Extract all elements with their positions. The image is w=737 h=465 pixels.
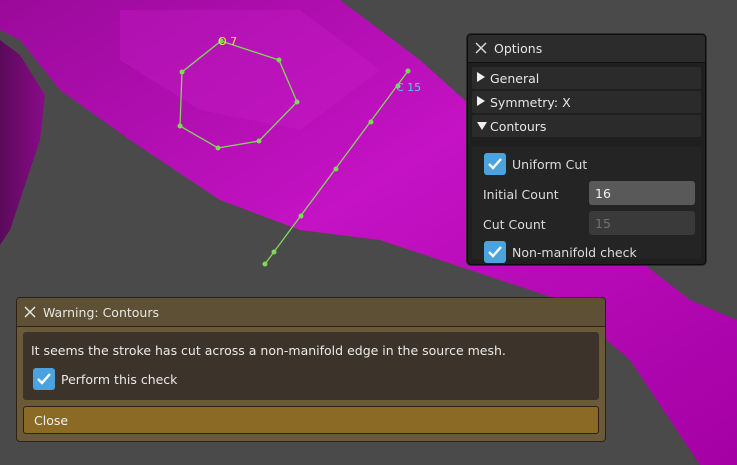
cut-count-field: 15 <box>589 211 695 235</box>
warning-body: It seems the stroke has cut across a non… <box>23 332 599 400</box>
options-panel: Options General Symmetry: X Contours Uni… <box>467 34 706 265</box>
uniform-cut-checkbox[interactable] <box>484 153 506 175</box>
collapsed-arrow-icon <box>477 96 485 106</box>
non-manifold-checkbox[interactable] <box>484 241 506 263</box>
non-manifold-label: Non-manifold check <box>512 245 637 260</box>
section-general[interactable]: General <box>472 67 701 89</box>
close-icon[interactable] <box>23 305 37 319</box>
perform-check-label: Perform this check <box>61 372 178 387</box>
expanded-arrow-icon <box>477 122 487 130</box>
checkmark-icon <box>488 158 502 170</box>
warning-message: It seems the stroke has cut across a non… <box>31 343 506 358</box>
options-titlebar[interactable]: Options <box>468 35 705 63</box>
cyclic-count-label: O 7 <box>218 35 237 48</box>
checkmark-icon <box>488 246 502 258</box>
warning-title: Warning: Contours <box>43 305 159 320</box>
section-symmetry[interactable]: Symmetry: X <box>472 91 701 113</box>
mesh-left-part <box>0 40 45 245</box>
options-title: Options <box>494 41 543 56</box>
contours-settings: Uniform Cut Initial Count 16 Cut Count 1… <box>472 147 701 263</box>
close-icon[interactable] <box>474 41 488 55</box>
section-general-label: General <box>490 71 540 86</box>
perform-check-checkbox[interactable] <box>33 368 55 390</box>
section-contours-label: Contours <box>490 119 547 134</box>
cut-count-label: C 15 <box>396 81 421 94</box>
uniform-cut-label: Uniform Cut <box>512 157 588 172</box>
initial-count-field[interactable]: 16 <box>589 181 695 205</box>
close-button-label: Close <box>34 413 69 428</box>
warning-dialog: Warning: Contours It seems the stroke ha… <box>16 297 606 442</box>
initial-count-label: Initial Count <box>483 187 559 202</box>
section-contours[interactable]: Contours <box>472 115 701 137</box>
section-symmetry-label: Symmetry: X <box>490 95 571 110</box>
cut-count-label: Cut Count <box>483 217 546 232</box>
checkmark-icon <box>37 373 51 385</box>
collapsed-arrow-icon <box>477 72 485 82</box>
warning-titlebar[interactable]: Warning: Contours <box>17 298 605 327</box>
close-button[interactable]: Close <box>23 406 599 434</box>
